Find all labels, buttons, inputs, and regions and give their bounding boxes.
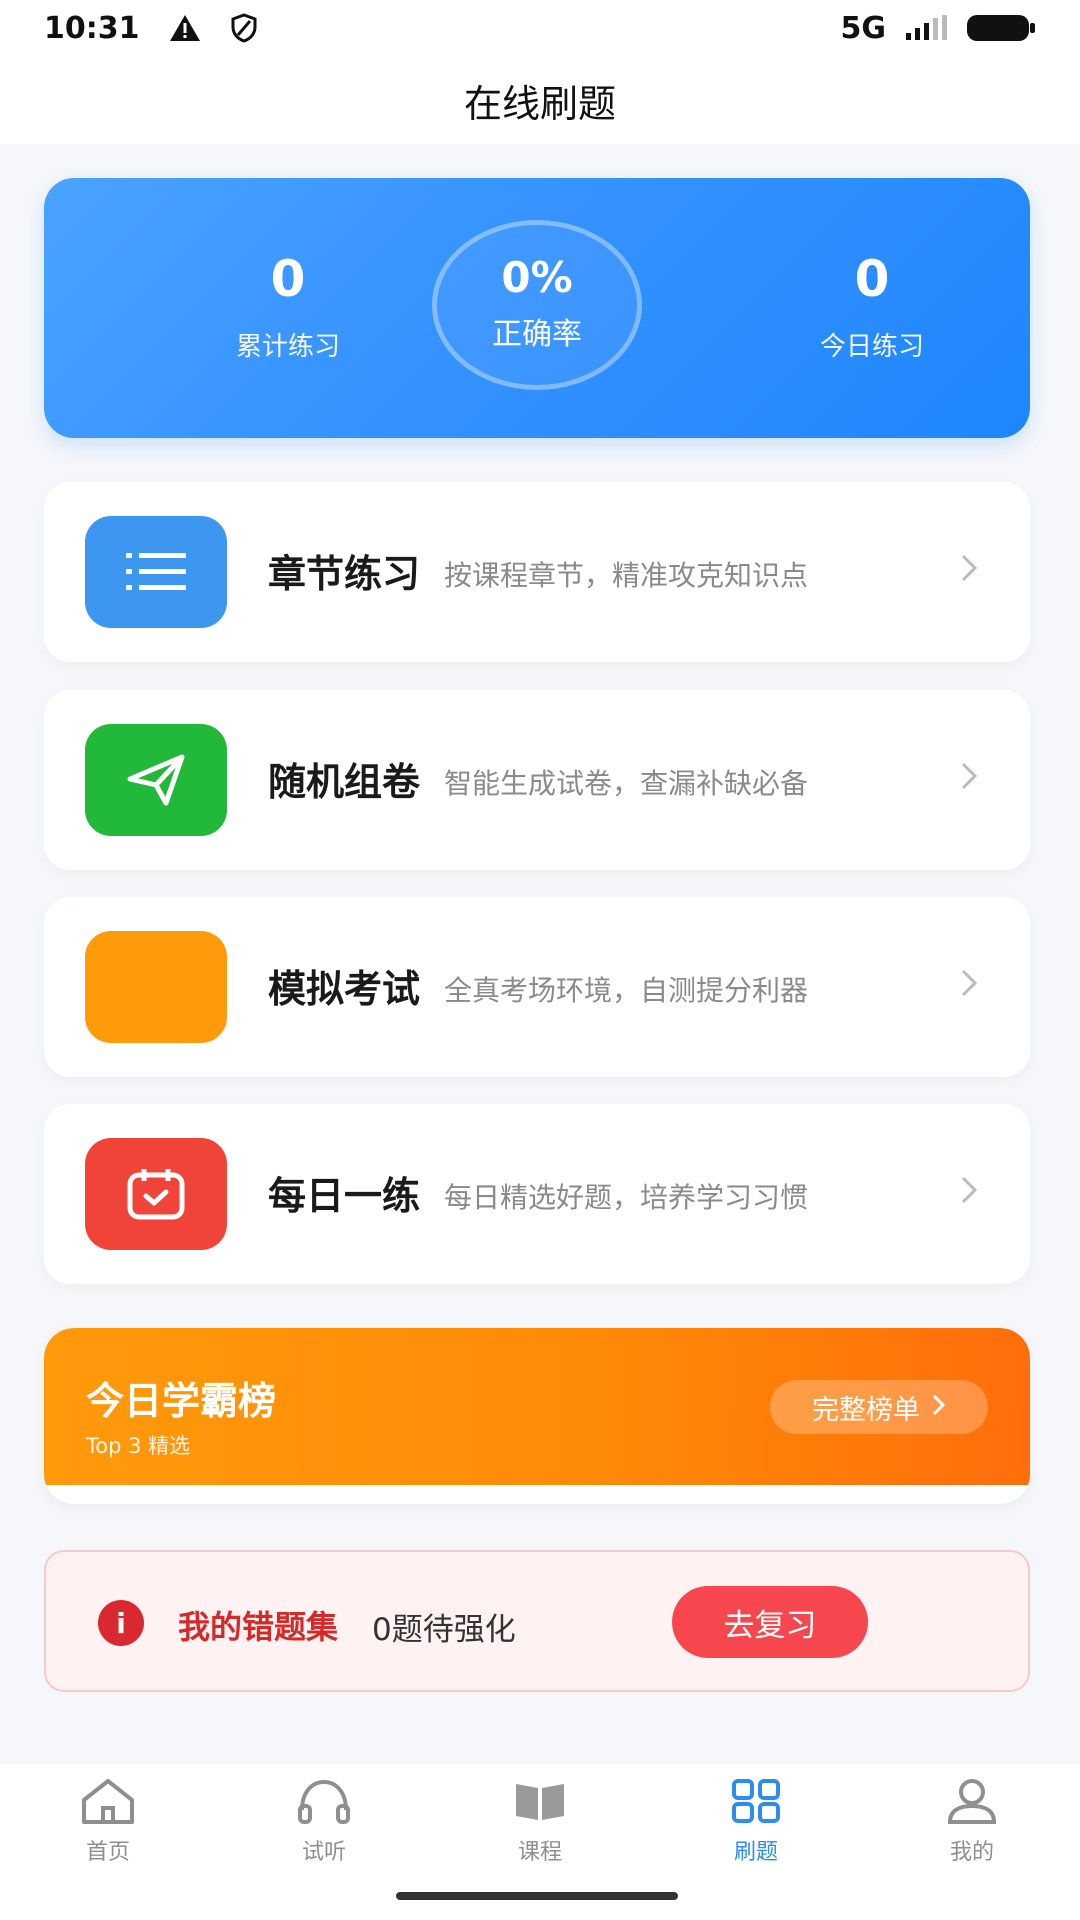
battery-icon xyxy=(966,13,1036,43)
accuracy-value: 0% xyxy=(501,253,573,302)
chevron-right-icon xyxy=(960,552,978,592)
stat-total-value: 0 xyxy=(270,249,306,308)
practice-desc: 智能生成试卷，查漏补缺必备 xyxy=(444,767,809,800)
chevron-right-icon xyxy=(960,1174,978,1214)
list-icon xyxy=(85,516,227,628)
practice-item-random[interactable]: 随机组卷 智能生成试卷，查漏补缺必备 xyxy=(44,690,1030,870)
practice-title: 模拟考试 xyxy=(268,967,421,1011)
wrong-questions-title: 我的错题集 xyxy=(178,1608,339,1646)
headphones-icon xyxy=(294,1778,354,1828)
status-time: 10:31 xyxy=(44,10,140,46)
practice-desc: 全真考场环境，自测提分利器 xyxy=(444,974,809,1007)
network-label: 5G xyxy=(840,10,887,46)
nav-label: 刷题 xyxy=(733,1840,778,1865)
nav-label: 课程 xyxy=(517,1840,562,1865)
wrong-questions-count: 0题待强化 xyxy=(372,1612,516,1648)
shield-icon xyxy=(230,13,258,43)
nav-item-practice[interactable]: 刷题 xyxy=(648,1764,864,1920)
full-leaderboard-button[interactable]: 完整榜单 xyxy=(770,1380,988,1434)
nav-item-home[interactable]: 首页 xyxy=(0,1764,216,1920)
nav-item-profile[interactable]: 我的 xyxy=(864,1764,1080,1920)
chevron-right-icon xyxy=(960,760,978,800)
review-button[interactable]: 去复习 xyxy=(672,1586,868,1658)
practice-item-chapter[interactable]: 章节练习 按课程章节，精准攻克知识点 xyxy=(44,482,1030,662)
warning-icon xyxy=(168,13,202,43)
leaderboard-subtitle: Top 3 精选 xyxy=(86,1434,191,1458)
paper-plane-icon xyxy=(85,724,227,836)
wrong-questions-card: i 我的错题集 0题待强化 去复习 xyxy=(44,1550,1030,1692)
stat-today-value: 0 xyxy=(854,249,890,308)
info-icon: i xyxy=(98,1600,144,1646)
page-title: 在线刷题 xyxy=(463,81,616,126)
signal-icon xyxy=(904,15,948,41)
stat-total-label: 累计练习 xyxy=(235,331,340,362)
practice-item-daily[interactable]: 每日一练 每日精选好题，培养学习习惯 xyxy=(44,1104,1030,1284)
practice-desc: 每日精选好题，培养学习习惯 xyxy=(444,1181,809,1214)
practice-title: 随机组卷 xyxy=(268,760,421,804)
full-leaderboard-label: 完整榜单 xyxy=(812,1394,920,1426)
nav-label: 试听 xyxy=(301,1840,346,1865)
accuracy-label: 正确率 xyxy=(492,317,582,352)
stat-today-label: 今日练习 xyxy=(819,331,924,362)
chevron-right-icon xyxy=(932,1392,946,1423)
calendar-check-icon xyxy=(85,1138,227,1250)
practice-desc: 按课程章节，精准攻克知识点 xyxy=(444,559,809,592)
accuracy-ring: 0% 正确率 xyxy=(432,220,642,390)
practice-title: 每日一练 xyxy=(268,1174,421,1218)
book-icon xyxy=(510,1778,570,1828)
leaderboard-title: 今日学霸榜 xyxy=(86,1379,277,1423)
practice-title: 章节练习 xyxy=(268,552,421,596)
chevron-right-icon xyxy=(960,967,978,1007)
grid-icon xyxy=(726,1778,786,1828)
nav-label: 首页 xyxy=(85,1840,130,1865)
stats-card: 0 累计练习 0% 正确率 0 今日练习 xyxy=(44,178,1030,438)
user-icon xyxy=(942,1778,1002,1828)
home-icon xyxy=(78,1778,138,1828)
page-header: 在线刷题 xyxy=(0,56,1080,144)
practice-item-mock-exam[interactable]: 模拟考试 全真考场环境，自测提分利器 xyxy=(44,897,1030,1077)
status-bar: 10:31 5G xyxy=(0,0,1080,56)
home-indicator xyxy=(396,1892,678,1900)
leaderboard-banner: 今日学霸榜 Top 3 精选 完整榜单 xyxy=(44,1328,1030,1485)
stat-today: 0 今日练习 xyxy=(752,178,992,438)
exam-icon xyxy=(85,931,227,1043)
stat-total: 0 累计练习 xyxy=(168,178,408,438)
leaderboard-card: 今日学霸榜 Top 3 精选 完整榜单 xyxy=(44,1328,1030,1504)
nav-label: 我的 xyxy=(949,1840,994,1865)
